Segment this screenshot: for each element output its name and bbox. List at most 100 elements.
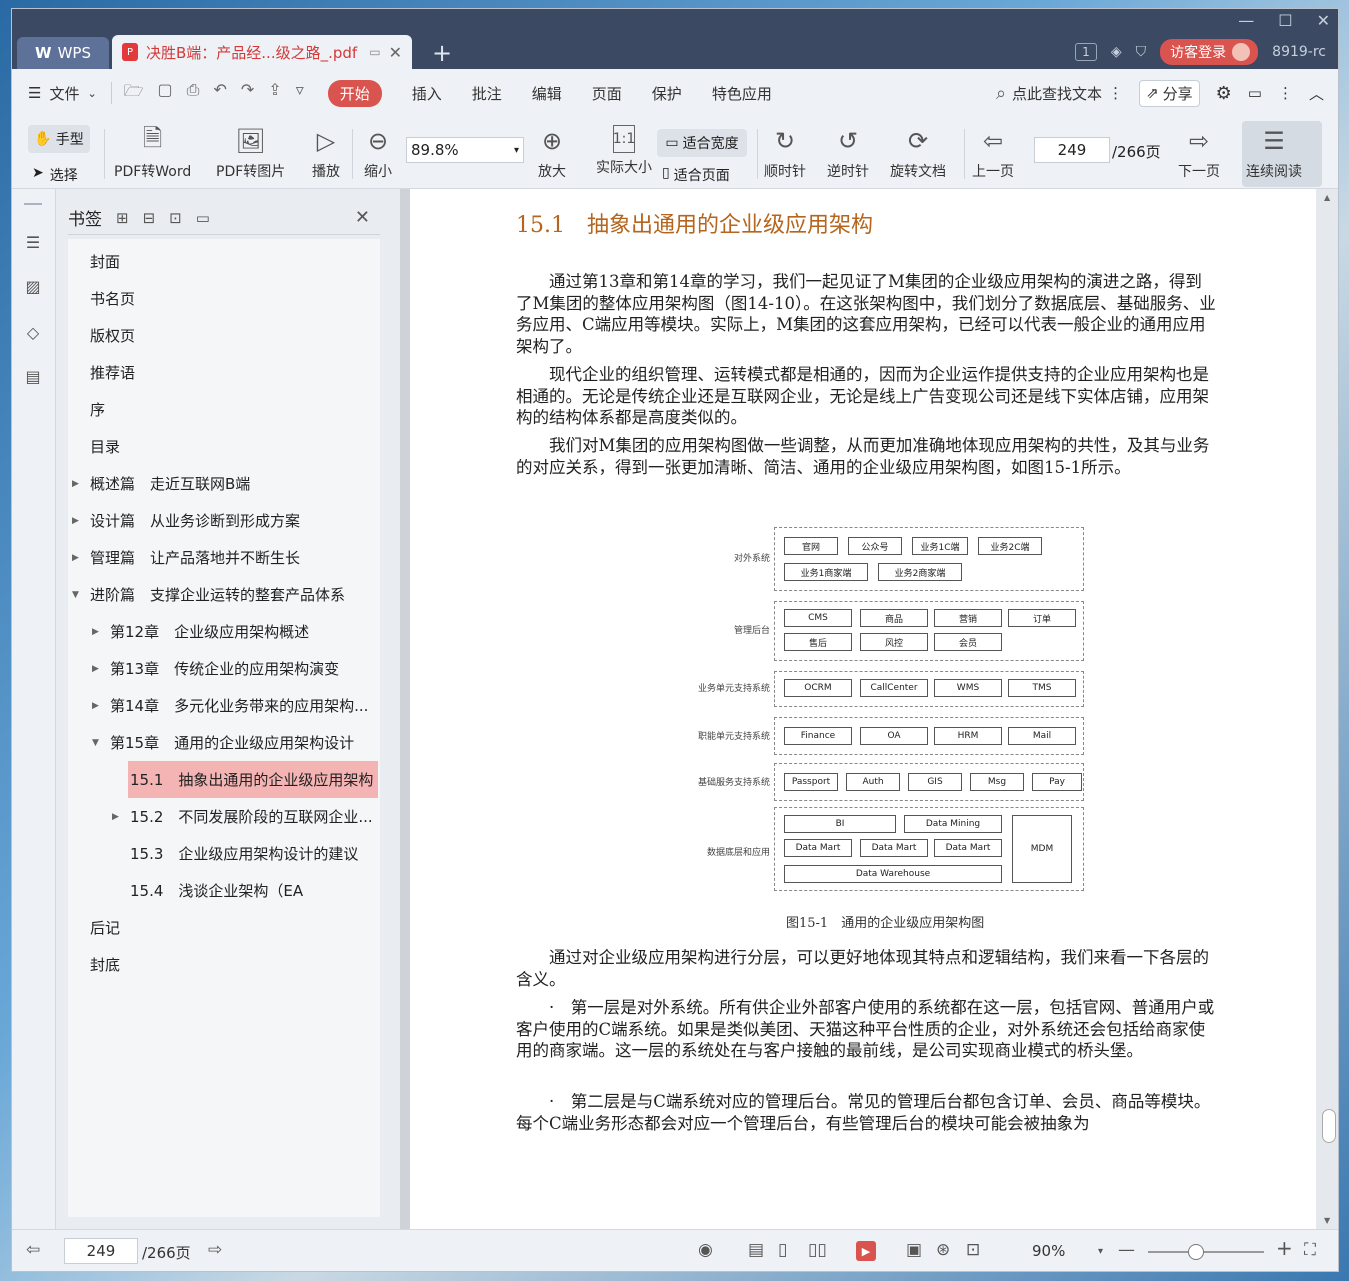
bookmark-item[interactable]: ▶ 管理篇 让产品落地并不断生长 (72, 539, 300, 576)
scroll-up-icon[interactable]: ▲ (1324, 193, 1330, 202)
thumbnail-icon[interactable]: ▨ (22, 275, 44, 297)
tab-annotate[interactable]: 批注 (472, 83, 502, 104)
prev-page-icon[interactable]: ⇦ (26, 1240, 40, 1260)
actual-size-icon[interactable]: ▣ (906, 1240, 922, 1260)
more-options-icon[interactable]: ⋮ (1278, 84, 1293, 102)
zoom-dropdown-icon[interactable]: ▾ (1098, 1246, 1103, 1257)
chevron-right-icon[interactable]: ▶ (72, 516, 82, 526)
next-page-button[interactable]: ⇨ 下一页 (1178, 125, 1220, 181)
minimize-icon[interactable]: — (1238, 11, 1254, 30)
bookmark-item[interactable]: ▼ 进阶篇 支撑企业运转的整套产品体系 (72, 576, 345, 613)
maximize-icon[interactable]: ☐ (1278, 11, 1292, 30)
page-number-input[interactable]: 249 (1034, 137, 1110, 163)
shirt-icon[interactable]: ⛉ (1136, 44, 1147, 60)
undo-icon[interactable]: ↶ (213, 80, 226, 107)
single-page-view-icon[interactable]: ▤ (748, 1240, 764, 1260)
more-vertical-icon[interactable]: ⋮ (1108, 84, 1123, 102)
bookmark-item[interactable]: ▶ 第14章 多元化业务带来的应用架构... (92, 687, 368, 724)
fit-width-button[interactable]: ▭ 适合宽度 (657, 129, 747, 157)
chevron-down-icon[interactable]: ▼ (72, 590, 82, 600)
bookmark-item[interactable]: 封面 (90, 243, 120, 280)
close-panel-icon[interactable]: ✕ (355, 207, 370, 228)
chevron-right-icon[interactable]: ▶ (92, 701, 102, 711)
two-page-view-icon[interactable]: ▯▯ (808, 1240, 827, 1260)
bookmark-item[interactable]: 推荐语 (90, 354, 135, 391)
bookmark-item[interactable]: ▶ 概述篇 走近互联网B端 (72, 465, 250, 502)
attachment-icon[interactable]: ▤ (22, 365, 44, 387)
zoom-in-button[interactable]: ⊕ 放大 (536, 125, 568, 181)
add-bookmark-icon[interactable]: ⊞ (116, 209, 129, 227)
bookmark-options-icon[interactable]: ▭ (196, 209, 210, 227)
zoom-plus-icon[interactable]: + (1276, 1236, 1293, 1260)
comment-icon[interactable]: ▭ (1248, 84, 1262, 102)
save-icon[interactable]: ▢ (158, 80, 173, 107)
tab-edit[interactable]: 编辑 (532, 83, 562, 104)
search-text[interactable]: ⌕ 点此查找文本 ⋮ (996, 83, 1123, 104)
zoom-slider-knob[interactable] (1188, 1244, 1204, 1260)
eye-protection-icon[interactable]: ◉ (698, 1240, 713, 1260)
document-tab[interactable]: P 决胜B端：产品经...级之路_.pdf ▭ ✕ (112, 35, 412, 69)
bookmark-item[interactable]: 版权页 (90, 317, 135, 354)
more-chevron-icon[interactable]: ▿ (296, 80, 304, 107)
skin-icon[interactable]: ◈ (1111, 44, 1122, 60)
print-icon[interactable]: ⎙ (187, 80, 200, 107)
tab-protect[interactable]: 保护 (652, 83, 682, 104)
window-count-badge[interactable]: 1 (1074, 43, 1097, 61)
chevron-right-icon[interactable]: ▶ (72, 553, 82, 563)
guest-login-button[interactable]: 访客登录 (1160, 39, 1259, 65)
bookmark-item[interactable]: 后记 (90, 909, 120, 946)
share-button[interactable]: ⇗ 分享 (1139, 79, 1200, 107)
bookmark-item[interactable]: 书名页 (90, 280, 135, 317)
zoom-slider[interactable] (1148, 1244, 1264, 1260)
bookmark-item[interactable]: ▶ 第12章 企业级应用架构概述 (92, 613, 309, 650)
new-tab-icon[interactable]: + (432, 39, 452, 67)
file-menu[interactable]: ☰ 文件 ⌄ (28, 83, 97, 104)
next-page-icon[interactable]: ⇨ (208, 1240, 222, 1260)
bookmark-item[interactable]: ▶ 设计篇 从业务诊断到形成方案 (72, 502, 300, 539)
rotate-cw-button[interactable]: ↻ 顺时针 (764, 125, 806, 181)
tab-special[interactable]: 特色应用 (712, 83, 772, 104)
zoom-minus-icon[interactable]: — (1118, 1240, 1135, 1260)
fit-width-icon[interactable]: ⊡ (966, 1240, 980, 1260)
fit-page-button[interactable]: ▯ 适合页面 (662, 165, 730, 185)
rotate-ccw-button[interactable]: ↺ 逆时针 (827, 125, 869, 181)
monitor-icon[interactable]: ▭ (369, 45, 380, 59)
scroll-down-icon[interactable]: ▼ (1324, 1216, 1330, 1225)
fullscreen-icon[interactable]: ⛶ (1304, 1240, 1316, 1260)
scroll-thumb[interactable] (1322, 1109, 1336, 1143)
continuous-view-icon[interactable]: ▯ (778, 1240, 787, 1260)
slideshow-play-icon[interactable]: ▶ (856, 1241, 876, 1261)
bookmark-item[interactable]: 15.3 企业级应用架构设计的建议 (130, 835, 358, 872)
wps-home-tab[interactable]: W WPS (17, 37, 109, 69)
expand-bookmark-icon[interactable]: ⊡ (169, 209, 182, 227)
zoom-out-button[interactable]: ⊖ 缩小 (362, 125, 394, 181)
bookmark-item[interactable]: ▼ 第15章 通用的企业级应用架构设计 (92, 724, 354, 761)
open-icon[interactable]: 🗁 (124, 80, 144, 107)
rotate-document-button[interactable]: ⟳ 旋转文档 (890, 125, 946, 181)
outline-icon[interactable]: ☰ (22, 231, 44, 253)
zoom-select[interactable]: 89.8% ▾ (406, 137, 524, 163)
bookmark-item[interactable]: 封底 (90, 946, 120, 983)
chevron-right-icon[interactable]: ▶ (92, 664, 102, 674)
redo-icon[interactable]: ↷ (241, 80, 254, 107)
settings-icon[interactable]: ⚙ (1216, 83, 1232, 104)
close-window-icon[interactable]: ✕ (1317, 11, 1330, 30)
tab-start[interactable]: 开始 (327, 79, 382, 107)
fit-page-icon[interactable]: ⊛ (936, 1240, 950, 1260)
bookmark-item[interactable]: 序 (90, 391, 105, 428)
close-tab-icon[interactable]: ✕ (389, 43, 402, 62)
hand-tool-button[interactable]: ✋ 手型 (28, 125, 90, 153)
tab-page[interactable]: 页面 (592, 83, 622, 104)
bookmark-item[interactable]: ▶ 15.2 不同发展阶段的互联网企业... (112, 798, 373, 835)
chevron-down-icon[interactable]: ▼ (92, 738, 102, 748)
prev-page-button[interactable]: ⇦ 上一页 (972, 125, 1014, 181)
tab-insert[interactable]: 插入 (412, 83, 442, 104)
pdf-to-word-button[interactable]: 🗎 PDF转Word (114, 124, 191, 181)
chevron-right-icon[interactable]: ▶ (72, 479, 82, 489)
bookmark-item[interactable]: 目录 (90, 428, 120, 465)
delete-bookmark-icon[interactable]: ⊟ (143, 209, 156, 227)
vertical-scrollbar[interactable]: ▲ ▼ (1316, 189, 1338, 1229)
collapse-ribbon-icon[interactable]: ︿ (1309, 83, 1324, 104)
bookmark-item-selected[interactable]: 15.1 抽象出通用的企业级应用架构 (128, 761, 378, 798)
chevron-right-icon[interactable]: ▶ (92, 627, 102, 637)
